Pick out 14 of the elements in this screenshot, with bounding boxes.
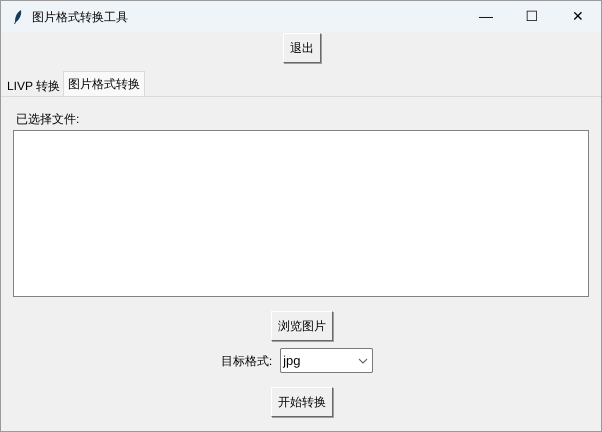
feather-icon [13,8,23,24]
file-list-label: 已选择文件: [16,111,80,127]
format-label: 目标格式: [220,352,272,370]
window-title: 图片格式转换工具 [32,8,128,26]
file-list[interactable] [13,130,589,297]
chevron-down-icon [358,358,368,364]
start-button[interactable]: 开始转换 [271,387,333,417]
close-button[interactable]: ✕ [555,1,601,32]
format-dropdown[interactable]: jpg [280,348,374,373]
browse-button[interactable]: 浏览图片 [271,311,333,341]
minimize-button[interactable]: — [463,1,509,32]
tab[interactable]: 图片格式转换 [63,71,146,96]
maximize-button[interactable]: ☐ [509,1,555,32]
exit-button[interactable]: 退出 [283,33,321,63]
